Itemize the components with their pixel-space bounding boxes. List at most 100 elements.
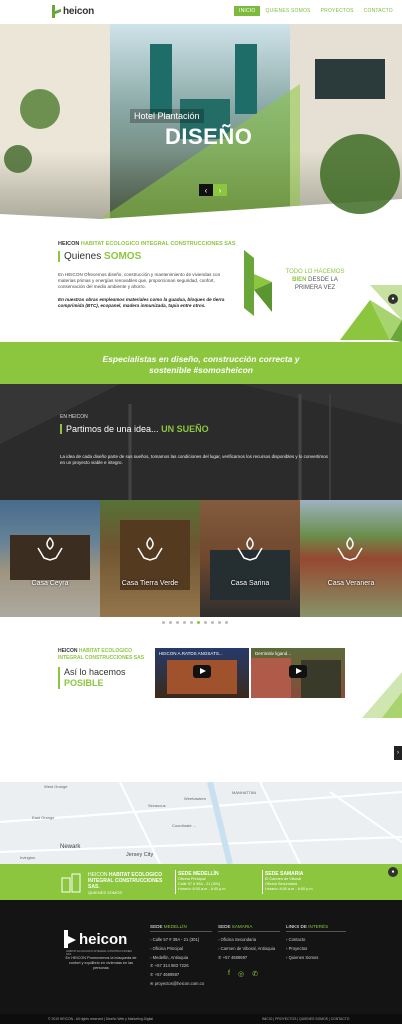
logo-text: heicon [63, 6, 95, 17]
carousel-dot[interactable] [162, 621, 165, 624]
map[interactable]: West Orange East Orange Newark Irvington… [0, 782, 402, 864]
map-roads [0, 782, 402, 864]
bottom-nav[interactable]: INICIO | PROYECTOS | QUIENES SOMOS | CON… [262, 1017, 349, 1021]
info-band: HEICON HABITAT ECOLOGICO INTEGRAL CONSTR… [0, 864, 402, 900]
idea-kicker: EN HEICON [60, 414, 88, 420]
nav-proyectos[interactable]: PROYECTOS [316, 6, 359, 16]
possible-title-b: POSIBLE [64, 678, 104, 688]
band-text: Especialistas en diseño, construcción co… [0, 354, 402, 376]
project-caption: Casa Ceyra [31, 580, 69, 587]
scroll-dot-icon[interactable]: ● [388, 867, 398, 877]
carousel-dot[interactable] [218, 621, 221, 624]
about-heading-b: SOMOS [104, 251, 142, 262]
about-kicker: HEICON HABITAT ECOLOGICO INTEGRAL CONSTR… [58, 241, 258, 247]
social-icons: f ◎ ✆ [218, 970, 280, 978]
info-line: Horario: 8:00 a.m - 6:00 p.m [178, 887, 226, 891]
heading-b: SAMARIA [231, 924, 253, 929]
nav-contacto[interactable]: CONTACTO [359, 6, 398, 16]
footer-link[interactable]: › Quienes Somos [286, 954, 346, 963]
footer-text: Quienes Somos [288, 954, 319, 960]
carousel-dots [162, 621, 228, 624]
footer-link[interactable]: › Contacto [286, 936, 346, 945]
info-line: Horario: 8:00 a.m - 6:00 p.m [265, 887, 313, 891]
map-label: Irvington [20, 855, 36, 860]
hero-prev-button[interactable]: ‹ [199, 184, 213, 196]
footer-text: +57 4689597 [222, 954, 248, 960]
map-label: Secaucus [148, 803, 166, 808]
footer-text: +57 314 883 7226 [154, 963, 189, 969]
about-paragraph-1: En HEICON Ofrecemos diseño, construcción… [58, 272, 221, 290]
heading-a: SEDE [218, 924, 231, 929]
project-card-tierra-verde[interactable]: Casa Tierra Verde [100, 500, 200, 617]
about-kicker-company: HABITAT ECOLOGICO INTEGRAL CONSTRUCCIONE… [80, 241, 236, 247]
idea-title-b: UN SUEÑO [161, 424, 209, 434]
heading-a: LINKS DE [286, 924, 307, 929]
hands-leaf-icon [237, 536, 263, 561]
band-line-2: sostenible #somosheicon [149, 365, 253, 375]
carousel-dot[interactable] [211, 621, 214, 624]
footer-line: ◦ Calle 57 # 39A - 21 (301) [150, 937, 200, 942]
footer-line: ◦ Medellín, Antioquia [150, 954, 189, 960]
project-caption: Casa Sarina [230, 580, 270, 587]
carousel-dot[interactable] [197, 621, 200, 624]
site-header: heicon INICIO QUIENES SOMOS PROYECTOS CO… [0, 0, 402, 24]
carousel-dot[interactable] [176, 621, 179, 624]
info-sede-2: SEDE SAMARIA El Carmen de Viboral Oficin… [265, 871, 345, 892]
footer-line[interactable]: ✆ +57 4689597 [150, 971, 212, 980]
idea-section: EN HEICON Partimos de una idea... UN SUE… [0, 384, 402, 500]
footer-line: ◦ Oficina Secundaria [218, 937, 257, 942]
footer-col-medellin: SEDE MEDELLÍN ◦ Calle 57 # 39A - 21 (301… [150, 924, 212, 989]
instagram-icon[interactable]: ◎ [238, 970, 244, 978]
project-card-veranera[interactable]: Casa Veranera [300, 500, 402, 617]
video-player-1[interactable]: HEICON A.RATDS ANGSATS... [155, 648, 249, 698]
map-label: Newark [60, 844, 81, 850]
about-paragraph-2: En nuestras obras empleamos materiales c… [58, 296, 225, 308]
site-logo[interactable]: heicon [52, 5, 94, 18]
footer-text: Contacto [288, 937, 306, 942]
footer-line[interactable]: ✆ +57 314 883 7226 [150, 962, 212, 971]
hands-leaf-icon [337, 536, 363, 561]
motto-bien: BIEN [292, 277, 307, 283]
scroll-dot-icon[interactable]: ● [388, 294, 398, 304]
idea-paragraph: La idea de cada diseño parte de sus sueñ… [60, 454, 328, 465]
carousel-dot[interactable] [204, 621, 207, 624]
project-caption: Casa Veranera [327, 580, 375, 587]
footer-text: +57 4689597 [154, 972, 180, 978]
footer-text: Calle 57 # 39A - 21 (301) [152, 937, 200, 942]
footer-about: En HEICON Promovemos la búsqueda de conf… [65, 956, 137, 971]
project-card-ceyra[interactable]: Casa Ceyra [0, 500, 100, 617]
footer-line: ◦ Oficina Principal [150, 945, 183, 951]
footer: heicon HABITAT ECOLOGICO INTEGRAL CONSTR… [0, 900, 402, 1024]
footer-line[interactable]: ✆ +57 4689597 [218, 954, 280, 963]
project-card-sarina[interactable]: Casa Sarina [200, 500, 300, 617]
facebook-icon[interactable]: f [228, 970, 230, 978]
triangle-decoration [340, 285, 402, 342]
play-icon[interactable] [289, 665, 307, 678]
carousel-dot[interactable] [169, 621, 172, 624]
footer-col-samaria: SEDE SAMARIA ◦ Oficina Secundaria ◦ Carm… [218, 924, 280, 978]
idea-background [0, 384, 402, 500]
carousel-dot[interactable] [225, 621, 228, 624]
hero-title: DISEÑO [165, 124, 253, 149]
footer-text: Medellín, Antioquia [152, 954, 189, 960]
footer-line[interactable]: ✉ proyectos@heicon.com.co [150, 980, 212, 989]
hero-next-button[interactable]: › [213, 184, 227, 196]
side-arrow-icon[interactable]: › [394, 746, 402, 760]
play-icon[interactable] [193, 665, 211, 678]
whatsapp-icon[interactable]: ✆ [252, 970, 258, 978]
project-caption: Casa Tierra Verde [121, 580, 179, 587]
possible-kicker-brand: HEICON [58, 648, 78, 654]
video-player-2[interactable]: Derrimitiv ligand... [251, 648, 345, 698]
heicon-symbol-icon [244, 250, 272, 316]
footer-link[interactable]: › Proyectos [286, 945, 346, 954]
nav-quienes-somos[interactable]: QUIENES SOMOS [260, 6, 315, 16]
nav-inicio[interactable]: INICIO [234, 6, 261, 16]
carousel-dot[interactable] [190, 621, 193, 624]
footer-text: Carmen de Viboral, Antioquia [220, 945, 276, 951]
footer-logo[interactable]: heicon [64, 930, 127, 948]
logo-leaf-icon [52, 5, 61, 18]
carousel-dot[interactable] [183, 621, 186, 624]
idea-title-a: Partimos de una idea... [66, 424, 159, 434]
main-nav: INICIO QUIENES SOMOS PROYECTOS CONTACTO [234, 6, 398, 16]
idea-title: Partimos de una idea... UN SUEÑO [60, 424, 209, 434]
